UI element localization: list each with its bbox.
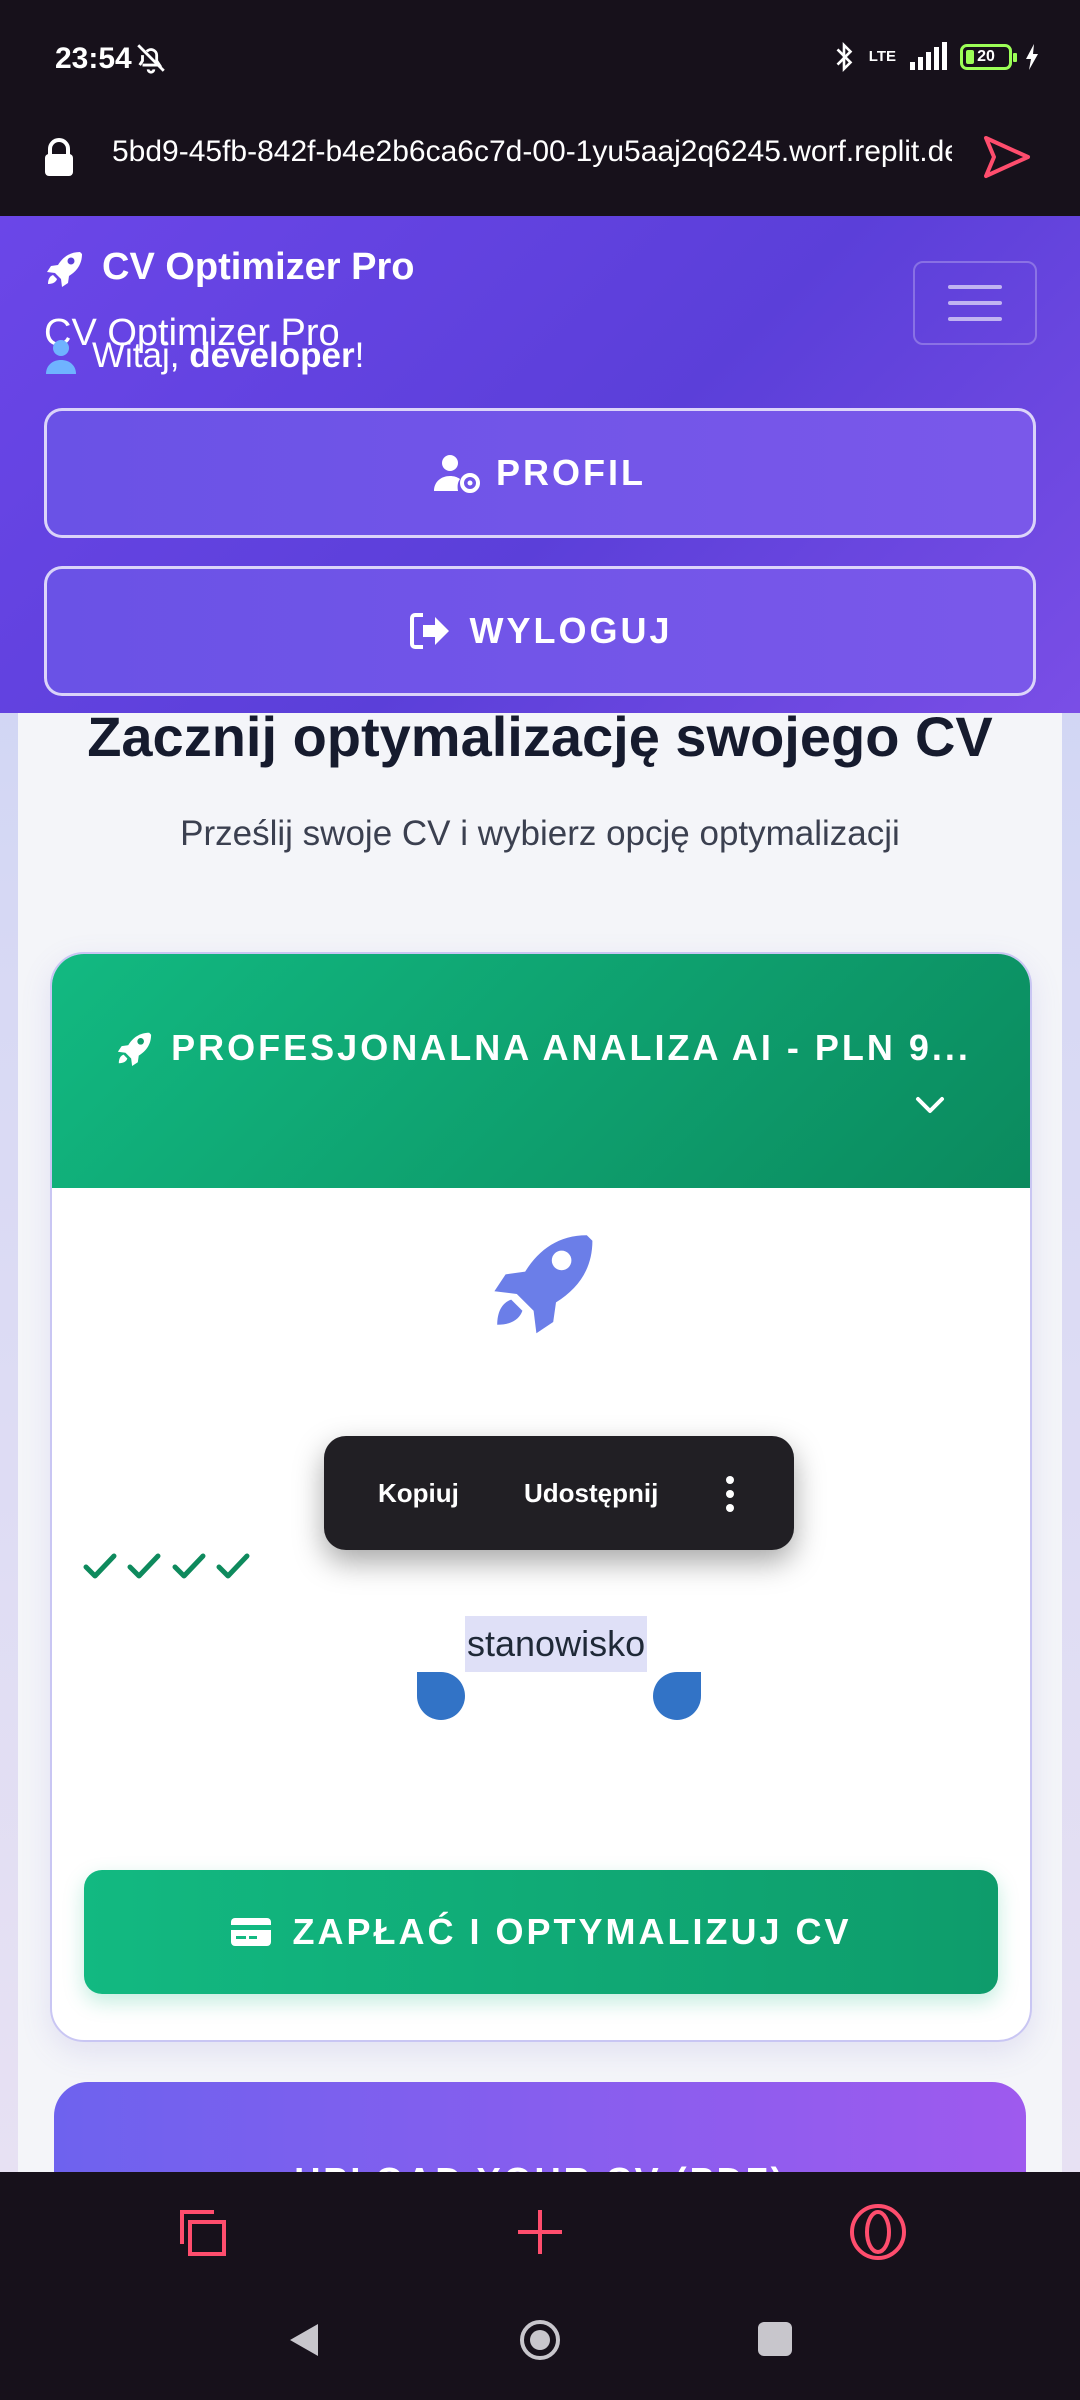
welcome-message: Witaj, developer!	[44, 336, 364, 376]
pay-label: ZAPŁAĆ I OPTYMALIZUJ CV	[292, 1911, 852, 1952]
opera-menu-icon[interactable]	[848, 2202, 908, 2262]
copy-button[interactable]: Kopiuj	[378, 1478, 459, 1509]
bluetooth-icon	[836, 41, 853, 73]
top-navbar: CV Optimizer Pro CV Optimizer Pro Witaj,…	[0, 216, 1080, 713]
rocket-icon	[118, 1032, 152, 1067]
web-page: CV Optimizer Pro CV Optimizer Pro Witaj,…	[0, 216, 1080, 2172]
charging-icon	[1026, 44, 1038, 70]
logout-button[interactable]: WYLOGUJ	[44, 566, 1036, 696]
status-time: 23:54	[55, 42, 132, 75]
page-subheading: Prześlij swoje CV i wybierz opcję optyma…	[180, 814, 900, 853]
card-header[interactable]: PROFESJONALNA ANALIZA AI - PLN 9...	[52, 954, 1030, 1188]
browser-bottom-bar	[0, 2172, 1080, 2296]
brand-logo[interactable]: CV Optimizer Pro	[44, 246, 415, 289]
sign-out-icon	[410, 613, 450, 649]
network-type: LTE	[868, 48, 896, 65]
address-bar[interactable]: 5bd9-45fb-842f-b4e2b6ca6c7d-00-1yu5aaj2q…	[0, 118, 1080, 216]
text-selection-menu: Kopiuj Udostępnij	[324, 1436, 794, 1550]
recent-apps-icon[interactable]	[758, 2322, 792, 2356]
upload-label: UPLOAD YOUR CV (PDF)	[54, 2160, 1026, 2172]
profile-button[interactable]: PROFIL	[44, 408, 1036, 538]
feature-list	[80, 1546, 253, 1626]
battery-level: 20	[977, 48, 995, 65]
bell-off-icon	[137, 44, 165, 74]
share-button[interactable]: Udostępnij	[524, 1478, 658, 1509]
lock-icon	[45, 138, 73, 176]
send-icon[interactable]	[982, 132, 1032, 182]
chevron-down-icon[interactable]	[912, 1087, 948, 1123]
system-nav-bar	[0, 2296, 1080, 2400]
rocket-icon	[494, 1235, 593, 1334]
check-icon	[172, 1553, 206, 1579]
brand-name: CV Optimizer Pro	[102, 246, 415, 288]
check-icon	[216, 1553, 250, 1579]
user-icon	[46, 340, 76, 374]
tabs-icon[interactable]	[178, 2208, 228, 2258]
home-icon[interactable]	[518, 2318, 562, 2362]
card-title: PROFESJONALNA ANALIZA AI - PLN 9...	[52, 1027, 1030, 1069]
pay-and-optimize-button[interactable]: ZAPŁAĆ I OPTYMALIZUJ CV	[84, 1870, 998, 1994]
user-gear-icon	[434, 455, 480, 493]
menu-toggle-button[interactable]	[913, 261, 1037, 345]
card-title-text: PROFESJONALNA ANALIZA AI - PLN 9...	[171, 1027, 971, 1068]
signal-icon	[910, 42, 947, 70]
upload-cv-card[interactable]: UPLOAD YOUR CV (PDF)	[54, 2082, 1026, 2172]
more-vertical-icon[interactable]	[724, 1474, 736, 1514]
selected-text[interactable]: stanowisko	[465, 1616, 648, 1672]
selection-handle-end[interactable]	[653, 1672, 701, 1720]
welcome-prefix: Witaj,	[92, 336, 180, 375]
logout-label: WYLOGUJ	[469, 610, 673, 651]
battery-icon: 20	[960, 44, 1017, 70]
rocket-icon	[47, 251, 82, 287]
menu-icon	[948, 285, 1002, 289]
check-icon	[83, 1553, 117, 1579]
status-bar: 23:54 LTE 20	[0, 0, 1080, 118]
back-icon[interactable]	[286, 2320, 322, 2360]
welcome-suffix: !	[354, 336, 365, 375]
page-heading: Zacznij optymalizację swojego CV	[87, 705, 993, 768]
check-icon	[127, 1553, 161, 1579]
credit-card-icon	[231, 1918, 272, 1946]
url-text[interactable]: 5bd9-45fb-842f-b4e2b6ca6c7d-00-1yu5aaj2q…	[112, 135, 952, 169]
username: developer	[189, 336, 355, 375]
profile-label: PROFIL	[496, 452, 646, 493]
selection-handle-start[interactable]	[417, 1672, 465, 1720]
new-tab-icon[interactable]	[514, 2206, 566, 2258]
